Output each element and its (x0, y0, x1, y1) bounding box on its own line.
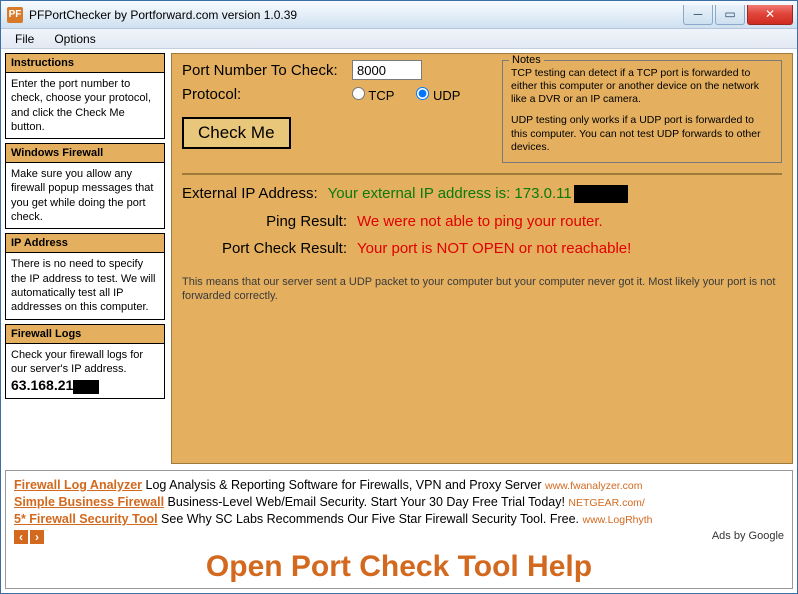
radio-tcp-input[interactable] (352, 87, 365, 100)
ad-url-2[interactable]: NETGEAR.com/ (568, 497, 644, 509)
notes-legend: Notes (509, 54, 544, 68)
row-external-ip: External IP Address: Your external IP ad… (182, 185, 782, 203)
sidebar-ip-body: There is no need to specify the IP addre… (6, 253, 164, 318)
sidebar-firewall-body: Make sure you allow any firewall popup m… (6, 163, 164, 228)
port-check-value: Your port is NOT OPEN or not reachable! (357, 240, 631, 257)
ads-area: Firewall Log Analyzer Log Analysis & Rep… (5, 470, 793, 589)
sidebar-firewall: Windows Firewall Make sure you allow any… (5, 143, 165, 229)
radio-udp-label: UDP (433, 88, 460, 103)
sidebar-firewall-title: Windows Firewall (6, 144, 164, 163)
app-window: PF PFPortChecker by Portforward.com vers… (0, 0, 798, 594)
ad-link-1[interactable]: Firewall Log Analyzer (14, 478, 142, 492)
help-heading: Open Port Check Tool Help (14, 550, 784, 584)
redacted-box-ip (574, 185, 628, 203)
upper-area: Instructions Enter the port number to ch… (5, 53, 793, 464)
ad-url-3[interactable]: www.LogRhyth (582, 514, 652, 526)
ad-url-1[interactable]: www.fwanalyzer.com (545, 480, 642, 492)
minimize-button[interactable]: ─ (683, 5, 713, 25)
app-icon: PF (7, 7, 23, 23)
port-row: Port Number To Check: (182, 60, 490, 80)
maximize-button[interactable]: ▭ (715, 5, 745, 25)
result-explanation: This means that our server sent a UDP pa… (182, 275, 782, 304)
ping-value: We were not able to ping your router. (357, 213, 603, 230)
ad-text-1: Log Analysis & Reporting Software for Fi… (142, 478, 545, 492)
radio-udp-input[interactable] (416, 87, 429, 100)
external-ip-label: External IP Address: (182, 185, 328, 202)
sidebar-ip-title: IP Address (6, 234, 164, 253)
row-ping: Ping Result: We were not able to ping yo… (182, 213, 782, 230)
ad-link-3[interactable]: 5* Firewall Security Tool (14, 512, 158, 526)
external-ip-value: Your external IP address is: 173.0.11 (328, 185, 628, 203)
menu-bar: File Options (1, 29, 797, 49)
notes-p2: UDP testing only works if a UDP port is … (511, 114, 773, 153)
menu-options[interactable]: Options (44, 30, 105, 48)
ad-row-2: Simple Business Firewall Business-Level … (14, 495, 784, 509)
close-button[interactable]: ✕ (747, 5, 793, 25)
redacted-box (73, 380, 99, 394)
sidebar-logs-ip: 63.168.21 (11, 377, 73, 393)
ping-label: Ping Result: (182, 213, 357, 230)
sidebar: Instructions Enter the port number to ch… (5, 53, 165, 464)
sidebar-logs-body: Check your firewall logs for our server'… (6, 344, 164, 399)
ad-text-3: See Why SC Labs Recommends Our Five Star… (158, 512, 583, 526)
port-input[interactable] (352, 60, 422, 80)
ad-row-3: 5* Firewall Security Tool See Why SC Lab… (14, 512, 784, 526)
protocol-row: Protocol: TCP UDP (182, 86, 490, 103)
sidebar-logs-title: Firewall Logs (6, 325, 164, 344)
check-me-button[interactable]: Check Me (182, 117, 291, 149)
window-title: PFPortChecker by Portforward.com version… (29, 8, 681, 22)
radio-udp[interactable]: UDP (416, 87, 460, 103)
ad-next-icon[interactable]: › (30, 530, 44, 544)
content-area: Instructions Enter the port number to ch… (1, 49, 797, 593)
port-label: Port Number To Check: (182, 62, 352, 79)
sidebar-instructions: Instructions Enter the port number to ch… (5, 53, 165, 139)
ads-by-label: Ads by Google (712, 530, 784, 542)
ad-text-2: Business-Level Web/Email Security. Start… (164, 495, 568, 509)
ad-row-1: Firewall Log Analyzer Log Analysis & Rep… (14, 478, 784, 492)
ad-link-2[interactable]: Simple Business Firewall (14, 495, 164, 509)
ad-nav: ‹ › Ads by Google (14, 530, 784, 544)
window-buttons: ─ ▭ ✕ (681, 5, 793, 25)
radio-tcp[interactable]: TCP (352, 87, 394, 103)
row-port-check: Port Check Result: Your port is NOT OPEN… (182, 240, 782, 257)
main-panel: Port Number To Check: Protocol: TCP UDP … (171, 53, 793, 464)
sidebar-logs-text: Check your firewall logs for our server'… (11, 349, 143, 375)
divider (182, 173, 782, 175)
sidebar-logs: Firewall Logs Check your firewall logs f… (5, 324, 165, 400)
notes-p1: TCP testing can detect if a TCP port is … (511, 67, 773, 106)
menu-file[interactable]: File (5, 30, 44, 48)
top-row: Port Number To Check: Protocol: TCP UDP … (182, 60, 782, 163)
port-check-label: Port Check Result: (182, 240, 357, 257)
sidebar-instructions-title: Instructions (6, 54, 164, 73)
title-bar: PF PFPortChecker by Portforward.com vers… (1, 1, 797, 29)
notes-box: Notes TCP testing can detect if a TCP po… (502, 60, 782, 163)
protocol-label: Protocol: (182, 86, 352, 103)
radio-tcp-label: TCP (368, 88, 394, 103)
ad-prev-icon[interactable]: ‹ (14, 530, 28, 544)
sidebar-ip: IP Address There is no need to specify t… (5, 233, 165, 319)
external-ip-text: Your external IP address is: 173.0.11 (328, 185, 572, 202)
sidebar-instructions-body: Enter the port number to check, choose y… (6, 73, 164, 138)
form-column: Port Number To Check: Protocol: TCP UDP … (182, 60, 490, 163)
